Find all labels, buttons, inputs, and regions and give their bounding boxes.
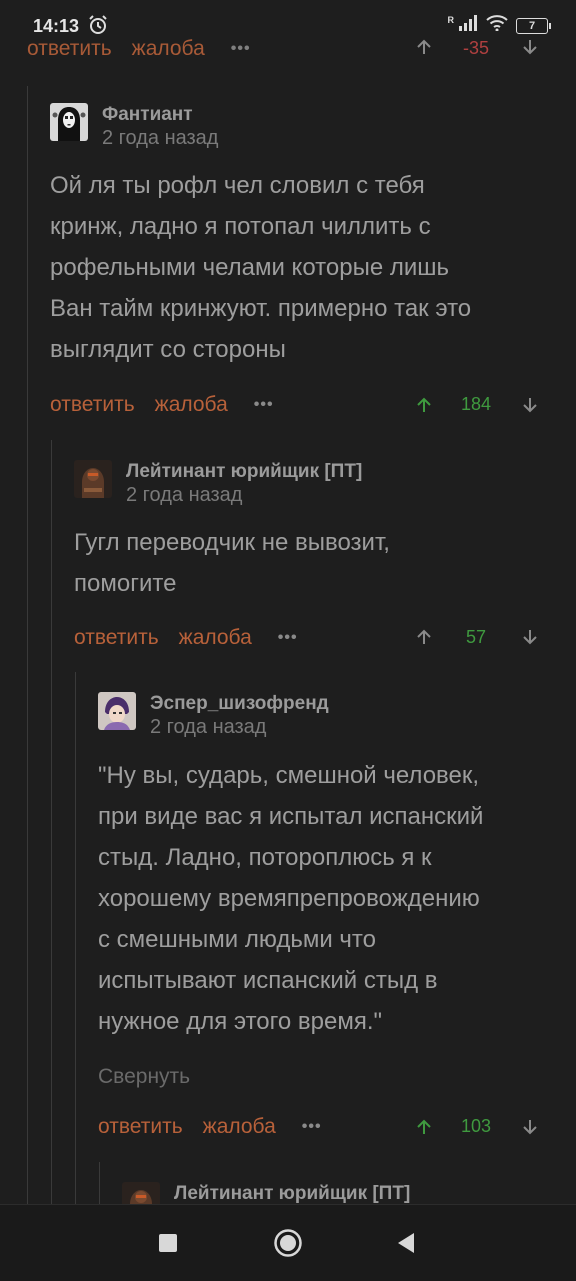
report-button[interactable]: жалоба [203,1115,276,1139]
reply-button[interactable]: ответить [50,393,135,417]
arrow-down-icon[interactable] [521,628,539,651]
arrow-down-icon[interactable] [521,1118,539,1141]
battery-icon: 7 [516,17,551,34]
comment-time: 2 года назад [126,484,243,506]
author-name[interactable]: Лейтинант юрийщик [ПТ] [126,460,362,483]
vote-score: 103 [460,1116,492,1136]
thread-line [27,86,28,1204]
triangle-back-icon[interactable] [396,1232,416,1259]
thread-line [75,672,76,1204]
comment-line: хорошему времяпрепровождению [98,885,480,912]
comment-line: рофельными челами которые лишь [50,254,449,281]
comment-line: кринж, ладно я потопал чиллить с [50,213,431,240]
arrow-up-icon[interactable] [415,396,433,419]
comment-line: выглядит со стороны [50,336,286,363]
comment-line: испытывают испанский стыд в [98,967,438,994]
author-name[interactable]: Фантиант [102,103,218,126]
avatar[interactable] [50,103,88,141]
author-block: Фантиант 2 года назад [102,103,218,150]
status-icons: R 7 [447,14,551,36]
arrow-up-icon[interactable] [415,1118,433,1141]
comment-line: помогите [74,570,177,597]
author-block: Лейтинант юрийщик [ПТ] 2 года назад [126,460,362,507]
comment-line: при виде вас я испытал испанский [98,803,484,830]
comment-text: "Ну вы, сударь, смешной человек, при вид… [98,755,483,1042]
circle-icon[interactable] [273,1228,303,1263]
comment-actions: ответить жалоба ••• [98,1112,322,1142]
author-block: Эспер_шизофренд 2 года назад [150,692,329,739]
arrow-up-icon[interactable] [415,628,433,651]
vote-score: 57 [465,627,487,647]
square-icon[interactable] [158,1233,178,1258]
more-button[interactable]: ••• [302,1118,322,1136]
thread-line [99,1162,100,1204]
comment-line: нужное для этого время." [98,1008,383,1035]
avatar[interactable] [98,692,136,730]
report-button[interactable]: жалоба [155,393,228,417]
more-button[interactable]: ••• [278,629,298,647]
arrow-up-icon[interactable] [415,38,433,61]
more-button[interactable]: ••• [231,40,251,58]
thread-line [51,440,52,1204]
author-name[interactable]: Эспер_шизофренд [150,692,329,715]
comment-actions: ответить жалоба ••• [50,390,274,420]
collapse-button[interactable]: Свернуть [98,1065,190,1089]
signal-icon [458,15,478,36]
more-button[interactable]: ••• [254,396,274,414]
author-block: Лейтинант юрийщик [ПТ] [174,1182,410,1205]
comment-header: Эспер_шизофренд 2 года назад [98,692,329,739]
comment-text: Ой ля ты рофл чел словил с тебя кринж, л… [50,165,471,370]
vote-score: -35 [462,38,489,58]
comment-line: "Ну вы, сударь, смешной человек, [98,762,480,789]
comment-time: 2 года назад [102,127,219,149]
comment-header: Лейтинант юрийщик [ПТ] 2 года назад [74,460,362,507]
comment-header: Фантиант 2 года назад [50,103,218,150]
wifi-icon [486,15,508,36]
comment-text: Гугл переводчик не вывозит, помогите [74,522,390,604]
signal-label: R [447,14,455,25]
reply-button[interactable]: ответить [74,626,159,650]
battery-level: 7 [528,19,536,32]
report-button[interactable]: жалоба [132,37,205,61]
reply-button[interactable]: ответить [27,37,112,61]
comment-line: стыд. Ладно, потороплюсь я к [98,844,432,871]
arrow-down-icon[interactable] [521,38,539,61]
navigation-bar [0,1204,576,1281]
arrow-down-icon[interactable] [521,396,539,419]
reply-button[interactable]: ответить [98,1115,183,1139]
author-name[interactable]: Лейтинант юрийщик [ПТ] [174,1182,410,1205]
comment-line: Ван тайм кринжуют. примерно так это [50,295,472,322]
comment-line: Гугл переводчик не вывозит, [74,529,390,556]
comment-actions: ответить жалоба ••• [27,34,251,64]
report-button[interactable]: жалоба [179,626,252,650]
avatar[interactable] [74,460,112,498]
comment-line: с смешными людьми что [98,926,376,953]
vote-score: 184 [460,394,492,414]
comment-line: Ой ля ты рофл чел словил с тебя [50,172,425,199]
comment-actions: ответить жалоба ••• [74,623,298,653]
comment-time: 2 года назад [150,716,267,738]
